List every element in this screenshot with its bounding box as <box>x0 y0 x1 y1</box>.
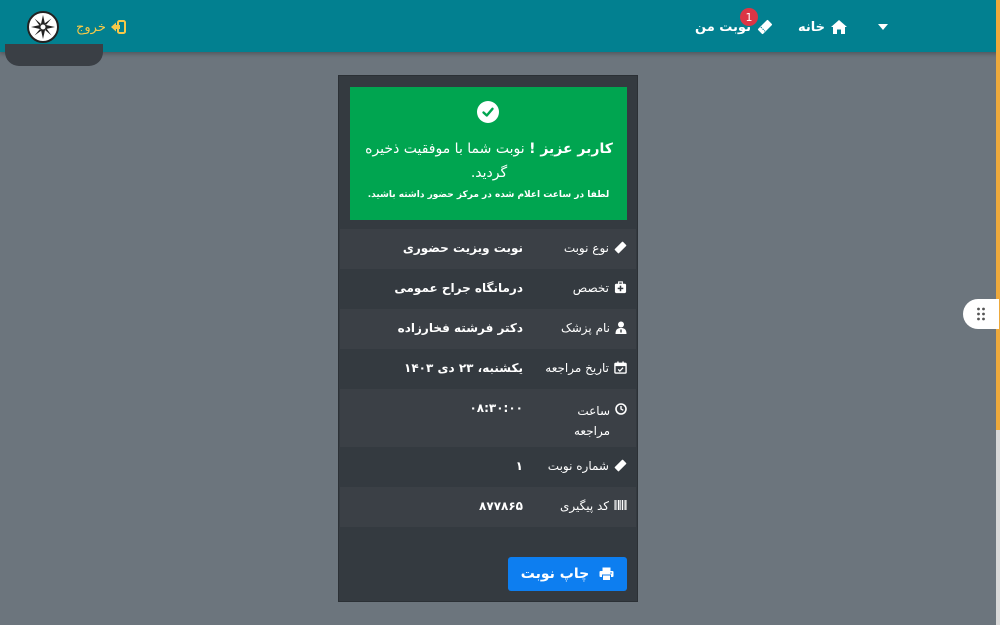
nav-my-appointment[interactable]: نوبت من <box>695 17 774 37</box>
notification-badge: 1 <box>740 8 758 26</box>
success-alert: کاربر عزیز ! نوبت شما با موفقیت ذخیره گر… <box>350 87 627 220</box>
logo[interactable] <box>27 11 59 43</box>
printer-icon <box>599 567 614 581</box>
greeting-text: کاربر عزیز ! <box>529 141 613 157</box>
top-navbar: خروج نوبت من 1 خانه <box>0 0 1000 52</box>
detail-value: ۰۸:۳۰:۰۰ <box>469 401 523 415</box>
calendar-check-icon <box>614 361 627 374</box>
detail-label: تاریخ مراجعه <box>545 361 609 375</box>
print-appointment-button[interactable]: چاپ نوبت <box>508 557 627 591</box>
barcode-icon <box>614 499 627 511</box>
detail-label: شماره نوبت <box>547 459 609 473</box>
floating-menu-tab[interactable] <box>5 44 103 66</box>
grip-dots-icon <box>976 307 986 321</box>
detail-row-type: نوع نوبت نوبت ویزیت حضوری <box>340 229 636 269</box>
sign-out-icon <box>110 20 126 34</box>
home-label: خانه <box>798 19 826 35</box>
detail-label: نام پزشک <box>561 321 610 335</box>
detail-label: کد پیگیری <box>559 499 609 513</box>
detail-value: درمانگاه جراح عمومی <box>394 281 523 295</box>
detail-label: ساعت مراجعه <box>573 404 610 438</box>
ticket-icon <box>614 241 627 254</box>
detail-value: ۱ <box>515 459 523 473</box>
clock-icon <box>615 403 627 415</box>
side-drag-handle[interactable] <box>963 299 999 329</box>
detail-label: نوع نوبت <box>563 241 609 255</box>
detail-row-specialty: تخصص درمانگاه جراح عمومی <box>340 269 636 309</box>
detail-value: دکتر فرشته فخارزاده <box>397 321 523 335</box>
scrollbar-thumb[interactable] <box>996 0 1000 430</box>
detail-row-tracking: کد پیگیری ۸۷۷۸۶۵ <box>340 487 636 527</box>
doctor-icon <box>615 321 627 334</box>
detail-row-doctor: نام پزشک دکتر فرشته فخارزاده <box>340 309 636 349</box>
medical-kit-icon <box>614 281 627 294</box>
saved-message-text: نوبت شما با موفقیت ذخیره گردید. <box>365 141 525 181</box>
appointment-card: کاربر عزیز ! نوبت شما با موفقیت ذخیره گر… <box>338 75 638 602</box>
nav-home[interactable]: خانه <box>798 17 848 37</box>
success-message: کاربر عزیز ! نوبت شما با موفقیت ذخیره گر… <box>364 137 614 185</box>
detail-value: نوبت ویزیت حضوری <box>402 241 523 255</box>
chevron-down-icon[interactable] <box>878 24 888 30</box>
check-circle-icon <box>477 101 499 123</box>
detail-row-time: ساعت مراجعه ۰۸:۳۰:۰۰ <box>340 389 636 447</box>
ticket-icon <box>756 18 774 36</box>
detail-row-number: شماره نوبت ۱ <box>340 447 636 487</box>
attendance-note: لطفا در ساعت اعلام شده در مرکز حضور داشت… <box>367 190 610 200</box>
print-button-label: چاپ نوبت <box>520 566 590 582</box>
detail-row-date: تاریخ مراجعه یکشنبه، ۲۳ دی ۱۴۰۳ <box>340 349 636 389</box>
home-icon <box>830 19 848 35</box>
detail-value: ۸۷۷۸۶۵ <box>479 499 523 513</box>
ticket-icon <box>614 459 627 472</box>
exit-label: خروج <box>76 19 106 35</box>
exit-link[interactable]: خروج <box>76 17 126 37</box>
detail-label: تخصص <box>572 281 609 295</box>
detail-value: یکشنبه، ۲۳ دی ۱۴۰۳ <box>404 361 523 375</box>
